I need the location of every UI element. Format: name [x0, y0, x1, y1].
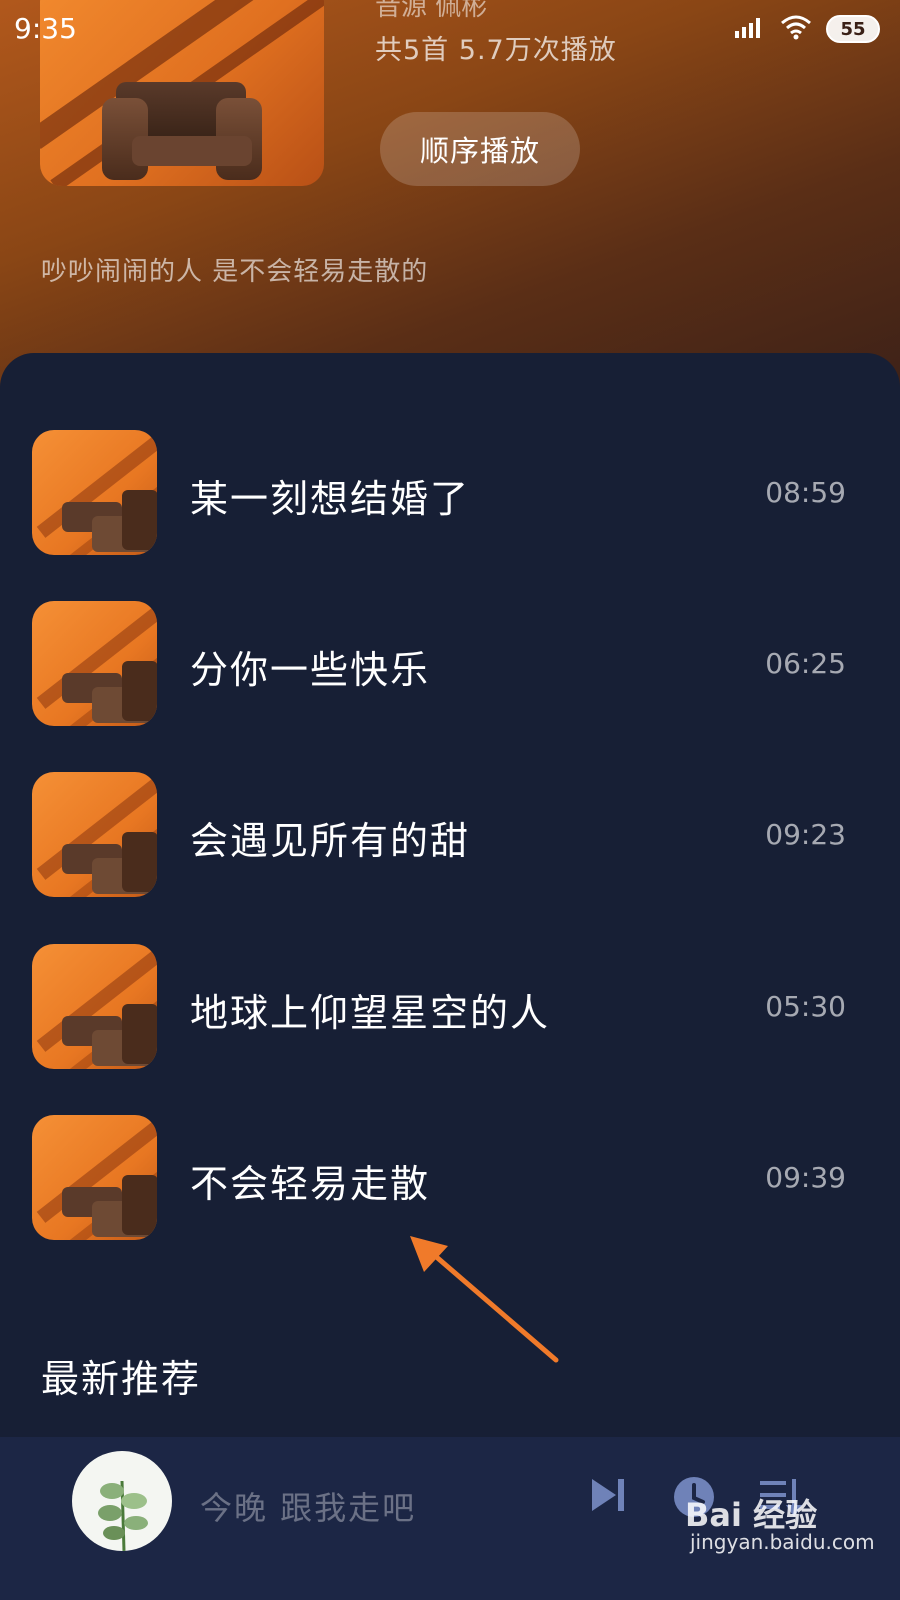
watermark-url: jingyan.baidu.com	[690, 1530, 875, 1554]
song-title: 某一刻想结婚了	[190, 477, 471, 521]
song-thumbnail	[32, 1115, 157, 1240]
signal-icon	[734, 15, 766, 43]
song-thumbnail	[32, 601, 157, 726]
song-row[interactable]: 分你一些快乐 06:25	[0, 601, 900, 727]
song-duration: 06:25	[765, 647, 846, 680]
sequential-play-button[interactable]: 顺序播放	[380, 112, 580, 186]
song-row[interactable]: 地球上仰望星空的人 05:30	[0, 944, 900, 1070]
song-duration: 05:30	[765, 990, 846, 1023]
album-meta: 共5首 5.7万次播放	[375, 35, 617, 66]
wifi-icon	[780, 14, 812, 44]
album-description: 吵吵闹闹的人 是不会轻易走散的	[41, 257, 429, 287]
song-thumbnail	[32, 944, 157, 1069]
song-duration: 09:39	[765, 1161, 846, 1194]
section-title-latest: 最新推荐	[41, 1357, 202, 1401]
song-thumbnail	[32, 772, 157, 897]
status-icons: 55	[734, 14, 880, 44]
song-duration: 09:23	[765, 818, 846, 851]
album-author-partial: 音源 佩彬	[375, 0, 488, 22]
song-row[interactable]: 会遇见所有的甜 09:23	[0, 772, 900, 898]
song-title: 分你一些快乐	[190, 648, 431, 692]
annotation-arrow-icon	[410, 1236, 559, 1363]
song-title: 地球上仰望星空的人	[190, 991, 551, 1035]
song-thumbnail	[32, 430, 157, 555]
now-playing-cover[interactable]	[72, 1451, 172, 1551]
song-title: 会遇见所有的甜	[190, 819, 471, 863]
song-title: 不会轻易走散	[190, 1162, 431, 1206]
plant-icon	[98, 1480, 148, 1551]
song-duration: 08:59	[765, 476, 846, 509]
now-playing-title: 今晚 跟我走吧	[200, 1489, 417, 1527]
album-cover[interactable]	[40, 0, 324, 186]
song-row[interactable]: 某一刻想结婚了 08:59	[0, 430, 900, 556]
song-row[interactable]: 不会轻易走散 09:39	[0, 1115, 900, 1241]
status-time: 9:35	[14, 12, 77, 45]
battery-icon: 55	[826, 15, 880, 43]
next-track-icon[interactable]	[588, 1475, 628, 1515]
